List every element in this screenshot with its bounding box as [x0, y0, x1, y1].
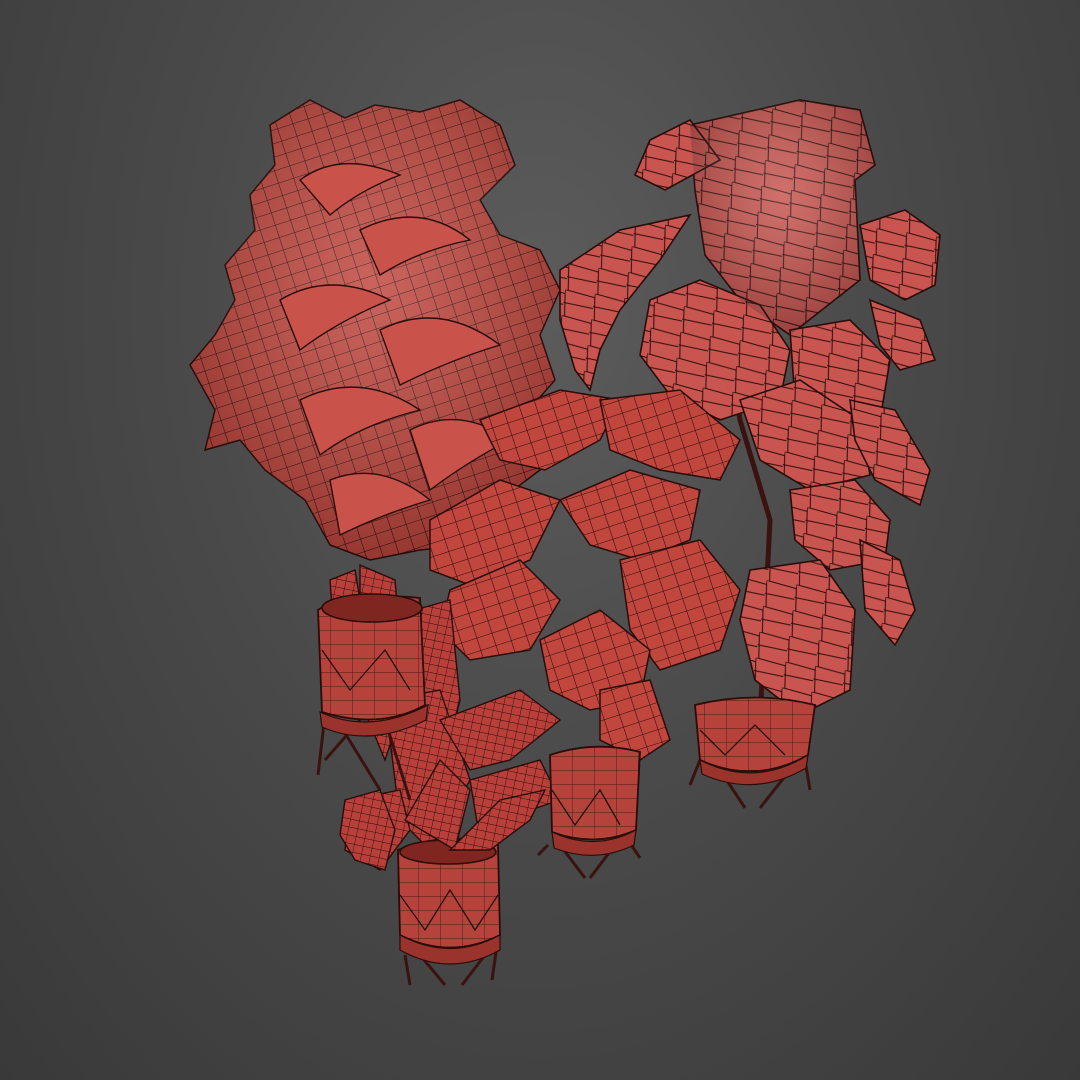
3d-viewport[interactable] — [0, 0, 1080, 1080]
pot-body — [549, 745, 641, 841]
ficus-leaf — [859, 538, 916, 647]
plant-models-render — [189, 99, 941, 986]
ficus-leaf — [859, 209, 941, 301]
pot-with-stand-front[interactable] — [397, 837, 501, 986]
pot-with-stand-center[interactable] — [536, 745, 642, 879]
pot-with-stand-right[interactable] — [688, 696, 817, 809]
ficus-leaf — [739, 559, 856, 716]
pot-body — [694, 696, 817, 773]
